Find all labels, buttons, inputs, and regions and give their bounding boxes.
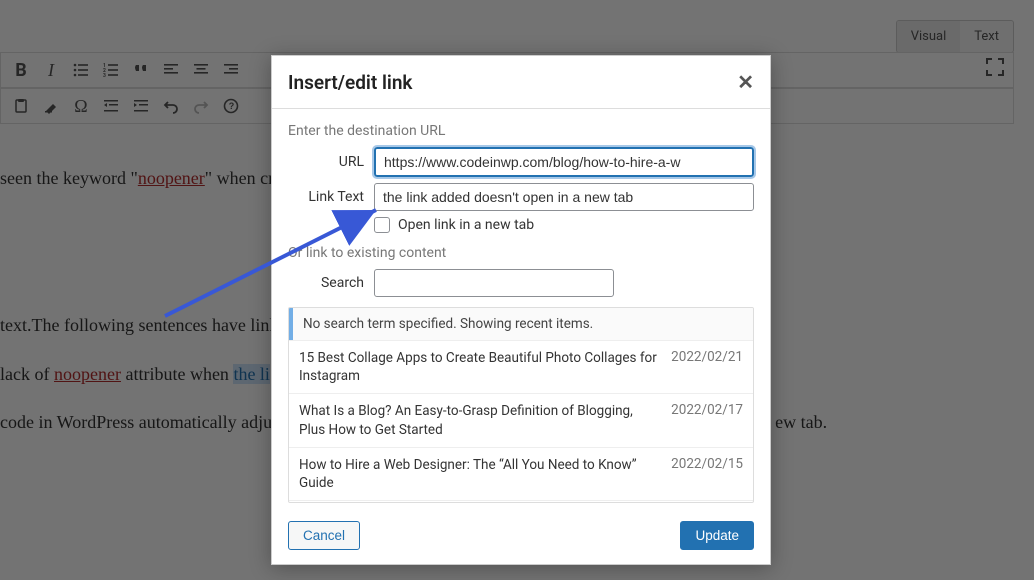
result-title: How to Hire a Web Designer: The “All You… bbox=[299, 456, 659, 492]
update-button[interactable]: Update bbox=[680, 521, 754, 550]
list-item[interactable]: What Is a Blog? An Easy-to-Grasp Definit… bbox=[289, 393, 753, 446]
results-list: No search term specified. Showing recent… bbox=[288, 307, 754, 503]
modal-footer: Cancel Update bbox=[272, 511, 770, 564]
url-hint: Enter the destination URL bbox=[288, 123, 754, 139]
result-title: 15 Best Collage Apps to Create Beautiful… bbox=[299, 349, 659, 385]
results-hint: No search term specified. Showing recent… bbox=[289, 308, 753, 340]
modal-header: Insert/edit link ✕ bbox=[272, 56, 770, 109]
close-icon[interactable]: ✕ bbox=[737, 70, 754, 94]
cancel-button[interactable]: Cancel bbox=[288, 521, 360, 550]
list-item[interactable]: Wix Review: Is Wix the Right Website Bui… bbox=[289, 500, 753, 503]
existing-content-hint: Or link to existing content bbox=[288, 245, 754, 261]
open-new-tab-checkbox[interactable] bbox=[374, 217, 390, 233]
insert-link-modal: Insert/edit link ✕ Enter the destination… bbox=[271, 55, 771, 565]
search-label: Search bbox=[288, 275, 364, 291]
result-date: 2022/02/17 bbox=[671, 402, 743, 418]
list-item[interactable]: How to Hire a Web Designer: The “All You… bbox=[289, 447, 753, 500]
result-title: What Is a Blog? An Easy-to-Grasp Definit… bbox=[299, 402, 659, 438]
result-date: 2022/02/21 bbox=[671, 349, 743, 365]
url-input[interactable] bbox=[374, 147, 754, 177]
open-new-tab-label: Open link in a new tab bbox=[398, 217, 534, 233]
result-date: 2022/02/15 bbox=[671, 456, 743, 472]
url-label: URL bbox=[288, 154, 364, 170]
linktext-input[interactable] bbox=[374, 183, 754, 211]
modal-title: Insert/edit link bbox=[288, 71, 412, 94]
list-item[interactable]: 15 Best Collage Apps to Create Beautiful… bbox=[289, 340, 753, 393]
search-input[interactable] bbox=[374, 269, 614, 297]
linktext-label: Link Text bbox=[288, 189, 364, 205]
